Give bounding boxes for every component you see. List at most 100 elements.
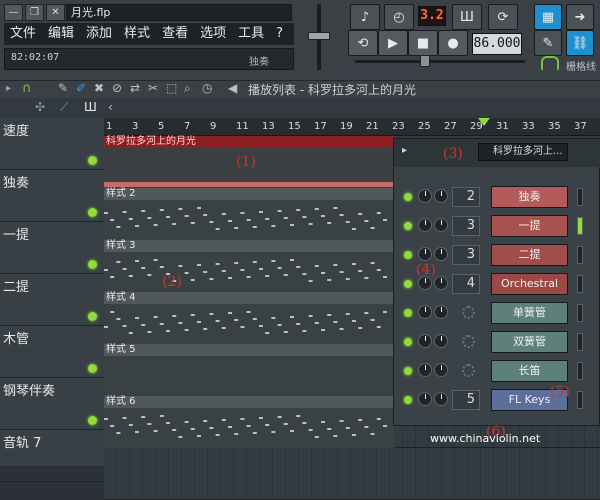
loop-record-icon[interactable]: ⟳ [488, 4, 518, 30]
menu-edit[interactable]: 编辑 [42, 23, 80, 45]
channel-select-indicator[interactable] [577, 391, 583, 409]
channel-button[interactable]: 双簧管 [491, 331, 568, 353]
channel-pan-knob[interactable] [418, 392, 432, 406]
stop-icon[interactable]: ■ [408, 30, 438, 56]
track-header[interactable]: 速度 [0, 118, 104, 170]
restore-icon[interactable]: ❐ [25, 4, 44, 21]
master-volume-slider[interactable] [300, 4, 340, 74]
channel-volume-knob[interactable] [434, 247, 448, 261]
channel-gear-icon[interactable] [462, 335, 475, 348]
track-header[interactable]: 木管 [0, 326, 104, 378]
channel-mixer-track[interactable]: 5 [452, 390, 480, 410]
song-position-handle[interactable] [420, 55, 430, 67]
link-icon[interactable]: ⛓ [566, 30, 594, 56]
track-header[interactable]: 一提 [0, 222, 104, 274]
channel-select-indicator[interactable] [577, 333, 583, 351]
channel-volume-knob[interactable] [434, 305, 448, 319]
channel-pan-knob[interactable] [418, 189, 432, 203]
channel-mute-led[interactable] [404, 222, 412, 230]
rack-pattern-selector[interactable]: 科罗拉多河上... [478, 143, 568, 161]
channel-mixer-track[interactable]: 4 [452, 274, 480, 294]
channel-mixer-track[interactable]: 3 [452, 216, 480, 236]
menu-view[interactable]: 查看 [156, 23, 194, 45]
channel-volume-knob[interactable] [434, 392, 448, 406]
channel-pan-knob[interactable] [418, 305, 432, 319]
channel-button[interactable]: Orchestral [491, 273, 568, 295]
track-mute-led[interactable] [88, 364, 97, 373]
menu-add[interactable]: 添加 [80, 23, 118, 45]
track-header[interactable]: 二提 [0, 274, 104, 326]
track-mute-led[interactable] [88, 156, 97, 165]
channel-pan-knob[interactable] [418, 334, 432, 348]
channel-volume-knob[interactable] [434, 276, 448, 290]
channel-button[interactable]: 二提 [491, 244, 568, 266]
channel-volume-knob[interactable] [434, 363, 448, 377]
close-icon[interactable]: ✕ [46, 4, 65, 21]
song-position-bar[interactable] [355, 60, 525, 63]
pattern-number-display[interactable]: 3.2 [418, 6, 446, 26]
channel-select-indicator[interactable] [577, 217, 583, 235]
channel-mixer-track[interactable]: 3 [452, 245, 480, 265]
timeline-ruler[interactable]: 1 3 5 7 9 11 13 15 17 19 21 23 25 27 29 31 33 35 37 [104, 118, 600, 136]
menu-file[interactable]: 文件 [4, 23, 42, 45]
channel-button[interactable]: 一提 [491, 215, 568, 237]
rack-menu-icon[interactable]: ▸ [402, 145, 407, 156]
channel-pan-knob[interactable] [418, 218, 432, 232]
automation-icon[interactable]: ⟋ [60, 100, 68, 115]
record-icon[interactable]: ● [438, 30, 468, 56]
playlist-lane[interactable] [104, 448, 600, 500]
channel-volume-knob[interactable] [434, 218, 448, 232]
magnet-icon[interactable] [541, 56, 559, 70]
channel-select-indicator[interactable] [577, 188, 583, 206]
channel-button[interactable]: 单簧管 [491, 302, 568, 324]
playlist-view-icon[interactable]: ▦ [534, 4, 562, 30]
loop-icon[interactable]: ⟲ [348, 30, 378, 56]
channel-mute-led[interactable] [404, 367, 412, 375]
channel-mixer-track[interactable]: 2 [452, 187, 480, 207]
channel-mute-led[interactable] [404, 193, 412, 201]
waveform-icon[interactable]: ✣ [35, 100, 45, 114]
pattern-clip[interactable]: 样式 6 [104, 396, 394, 448]
arrow-icon[interactable]: ➜ [566, 4, 594, 30]
channel-mute-led[interactable] [404, 309, 412, 317]
slip-icon[interactable]: ⇄ [130, 81, 140, 95]
channel-pan-knob[interactable] [418, 276, 432, 290]
zoom-icon[interactable]: ⌕ [184, 81, 191, 96]
menu-tools[interactable]: 工具 [232, 23, 270, 45]
channel-pan-knob[interactable] [418, 247, 432, 261]
track-mute-led[interactable] [88, 416, 97, 425]
track-mute-led[interactable] [88, 208, 97, 217]
pencil-icon[interactable]: ✎ [58, 81, 68, 95]
channel-volume-knob[interactable] [434, 189, 448, 203]
channel-mute-led[interactable] [404, 338, 412, 346]
track-header[interactable]: 钢琴伴奏 [0, 378, 104, 430]
channel-button[interactable]: 长笛 [491, 360, 568, 382]
channel-select-indicator[interactable] [577, 246, 583, 264]
pattern-clip[interactable]: 样式 2 [104, 188, 394, 240]
play-icon[interactable]: ▶ [378, 30, 408, 56]
scroll-left-icon[interactable]: ‹ [108, 100, 113, 114]
track-header[interactable]: 独奏 [0, 170, 104, 222]
track-header[interactable]: 音轨 7 [0, 430, 104, 482]
snap-magnet-icon[interactable]: ∩ [22, 81, 32, 96]
channel-gear-icon[interactable] [462, 364, 475, 377]
pattern-icon[interactable]: Ш [84, 100, 97, 114]
slice-icon[interactable]: ✂ [148, 81, 158, 95]
pattern-clip[interactable]: 样式 3 [104, 240, 394, 292]
mute-icon[interactable]: ⊘ [112, 81, 122, 95]
brush-icon[interactable]: ✎ [534, 30, 562, 56]
select-icon[interactable]: ⬚ [166, 81, 177, 95]
playhead-marker[interactable] [478, 118, 490, 126]
blend-icon[interactable]: Ш [452, 4, 482, 30]
pattern-clip[interactable]: 样式 4 [104, 292, 394, 344]
menu-patterns[interactable]: 样式 [118, 23, 156, 45]
paint-icon[interactable]: ✐ [76, 81, 86, 95]
metronome-icon[interactable]: ♪ [350, 4, 380, 30]
snap-label[interactable]: 栅格线 [566, 58, 596, 73]
menu-options[interactable]: 选项 [194, 23, 232, 45]
channel-select-indicator[interactable] [577, 304, 583, 322]
channel-volume-knob[interactable] [434, 334, 448, 348]
channel-mute-led[interactable] [404, 251, 412, 259]
wait-icon[interactable]: ◴ [384, 4, 414, 30]
tempo-display[interactable]: 86.000 [472, 33, 522, 55]
